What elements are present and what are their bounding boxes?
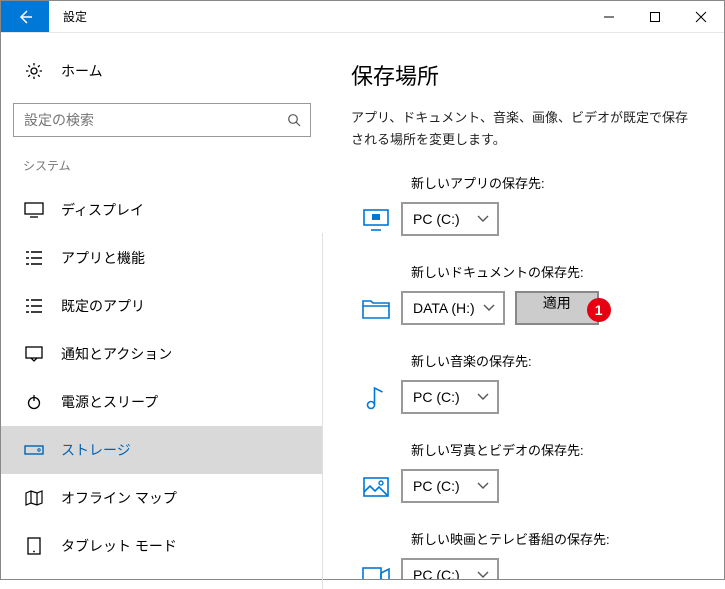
chevron-down-icon	[477, 393, 489, 401]
nav-item-tablet-mode[interactable]: タブレット モード	[1, 522, 323, 570]
music-location-combo[interactable]: PC (C:)	[401, 380, 499, 414]
apply-button[interactable]: 適用 1	[515, 291, 599, 325]
maximize-button[interactable]	[632, 1, 678, 32]
setting-label: 新しいアプリの保存先:	[411, 173, 698, 192]
nav-item-display[interactable]: ディスプレイ	[1, 186, 323, 234]
main-panel: 保存場所 アプリ、ドキュメント、音楽、画像、ビデオが既定で保存される場所を変更し…	[323, 33, 724, 579]
power-icon	[23, 394, 45, 410]
window-title: 設定	[49, 1, 586, 32]
nav-item-offline-maps[interactable]: オフライン マップ	[1, 474, 323, 522]
nav-item-default-apps[interactable]: 既定のアプリ	[1, 282, 323, 330]
nav-item-apps[interactable]: アプリと機能	[1, 234, 323, 282]
callout-badge: 1	[587, 298, 611, 322]
search-icon	[286, 112, 302, 128]
combo-value: PC (C:)	[413, 478, 460, 494]
photos-location-combo[interactable]: PC (C:)	[401, 469, 499, 503]
search-box[interactable]	[13, 103, 311, 137]
setting-label: 新しいドキュメントの保存先:	[411, 262, 698, 281]
chevron-down-icon	[477, 571, 489, 579]
storage-icon	[23, 444, 45, 456]
documents-location-combo[interactable]: DATA (H:)	[401, 291, 505, 325]
setting-apps: 新しいアプリの保存先: PC (C:)	[351, 173, 698, 236]
combo-value: DATA (H:)	[413, 300, 475, 316]
combo-value: PC (C:)	[413, 567, 460, 579]
setting-music: 新しい音楽の保存先: PC (C:)	[351, 351, 698, 414]
page-description: アプリ、ドキュメント、音楽、画像、ビデオが既定で保存される場所を変更します。	[351, 107, 698, 151]
movies-location-icon	[351, 565, 401, 579]
gear-icon	[23, 62, 45, 80]
chevron-down-icon	[477, 215, 489, 223]
map-icon	[23, 490, 45, 506]
divider	[322, 233, 323, 589]
photos-location-icon	[351, 475, 401, 497]
notifications-icon	[23, 346, 45, 362]
search-input[interactable]	[22, 111, 286, 129]
home-label: ホーム	[61, 61, 103, 81]
nav-label: 電源とスリープ	[61, 392, 158, 412]
tablet-icon	[23, 537, 45, 555]
apply-label: 適用	[543, 295, 571, 311]
music-location-icon	[351, 384, 401, 410]
minimize-button[interactable]	[586, 1, 632, 32]
home-nav[interactable]: ホーム	[1, 53, 323, 89]
nav-label: アプリと機能	[61, 248, 145, 268]
close-button[interactable]	[678, 1, 724, 32]
apps-icon	[23, 250, 45, 266]
setting-movies: 新しい映画とテレビ番組の保存先: PC (C:)	[351, 529, 698, 579]
nav-item-storage[interactable]: ストレージ	[1, 426, 323, 474]
setting-label: 新しい音楽の保存先:	[411, 351, 698, 370]
section-label: システム	[1, 155, 323, 186]
back-button[interactable]	[1, 1, 49, 32]
nav-label: ストレージ	[61, 440, 131, 460]
nav-item-power[interactable]: 電源とスリープ	[1, 378, 323, 426]
setting-label: 新しい映画とテレビ番組の保存先:	[411, 529, 698, 548]
display-icon	[23, 202, 45, 218]
combo-value: PC (C:)	[413, 211, 460, 227]
documents-location-icon	[351, 296, 401, 320]
nav-item-notifications[interactable]: 通知とアクション	[1, 330, 323, 378]
default-apps-icon	[23, 298, 45, 314]
chevron-down-icon	[477, 482, 489, 490]
apps-location-icon	[351, 207, 401, 231]
nav-label: オフライン マップ	[61, 488, 177, 508]
combo-value: PC (C:)	[413, 389, 460, 405]
setting-documents: 新しいドキュメントの保存先: DATA (H:) 適用 1	[351, 262, 698, 325]
sidebar: ホーム システム ディスプレイ アプリと機能 既定のアプリ 通知とアクション 電	[1, 33, 323, 579]
page-title: 保存場所	[351, 59, 698, 91]
nav-label: ディスプレイ	[61, 200, 144, 220]
setting-photos: 新しい写真とビデオの保存先: PC (C:)	[351, 440, 698, 503]
setting-label: 新しい写真とビデオの保存先:	[411, 440, 698, 459]
content: ホーム システム ディスプレイ アプリと機能 既定のアプリ 通知とアクション 電	[1, 33, 724, 579]
nav-label: 通知とアクション	[61, 344, 172, 364]
movies-location-combo[interactable]: PC (C:)	[401, 558, 499, 579]
chevron-down-icon	[483, 304, 495, 312]
nav-label: タブレット モード	[61, 536, 177, 556]
apps-location-combo[interactable]: PC (C:)	[401, 202, 499, 236]
titlebar: 設定	[1, 1, 724, 33]
nav-label: 既定のアプリ	[61, 296, 145, 316]
